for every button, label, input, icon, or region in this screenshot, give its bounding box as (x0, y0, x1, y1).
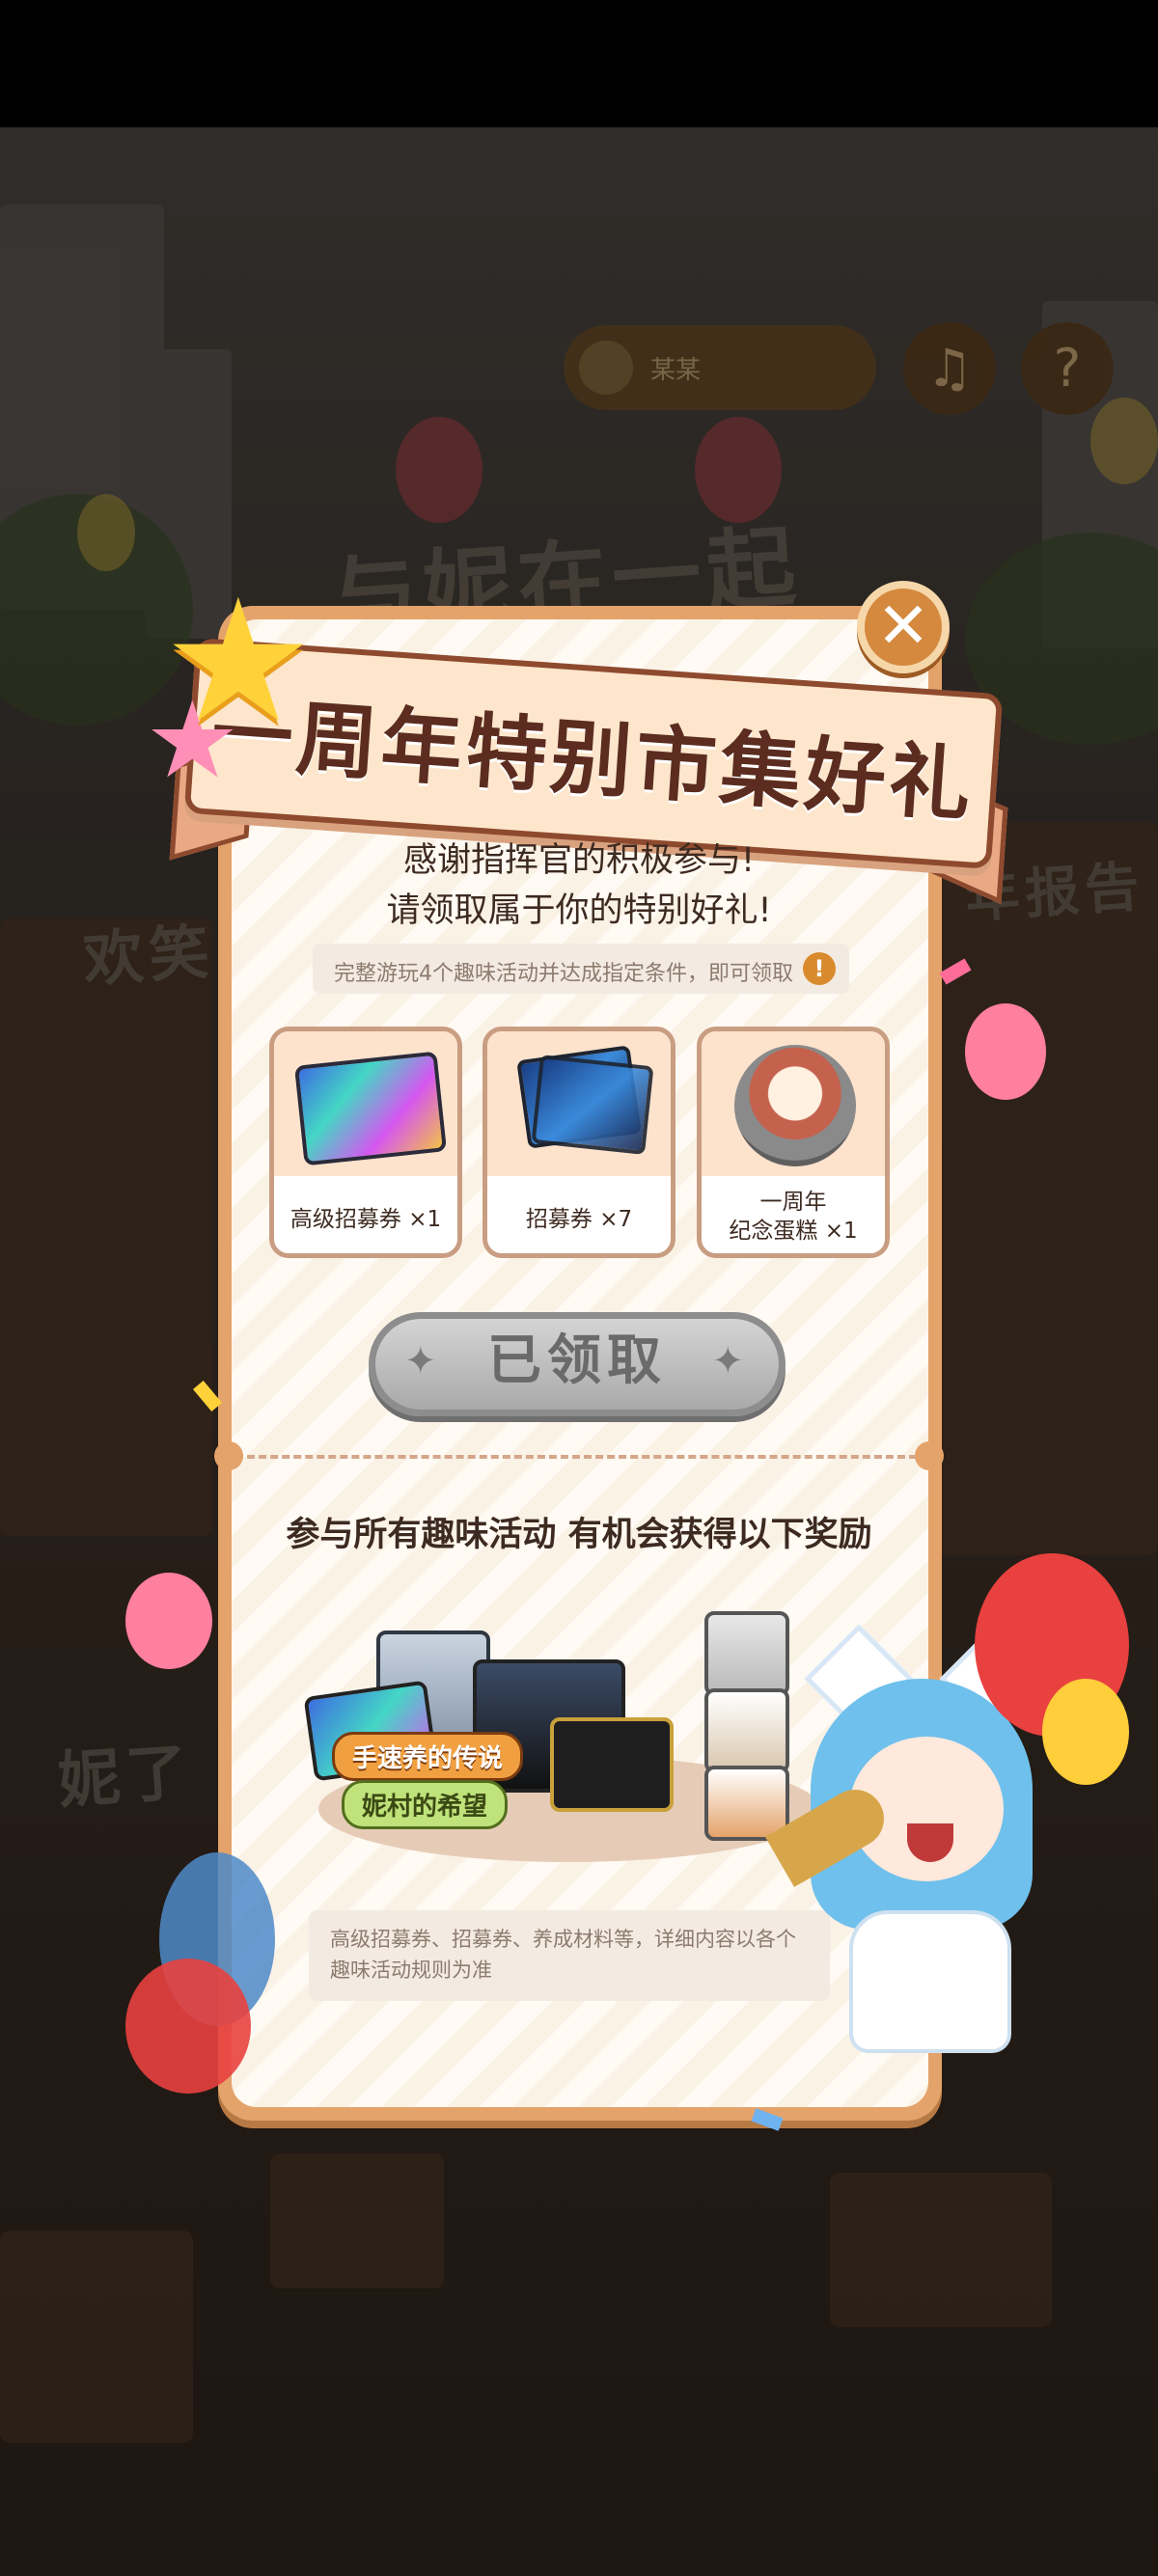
premium-recruit-ticket-icon (293, 1051, 448, 1166)
reward-label: 招募券 ×7 (525, 1207, 633, 1232)
exclamation-icon[interactable]: ! (803, 952, 836, 985)
claimed-button-label: 已领取 (487, 1329, 667, 1392)
reward-description-box: 高级招募券、招募券、养成材料等，详细内容以各个趣味活动规则为准 (309, 1910, 830, 2001)
sparkle-icon: ✦ (404, 1339, 443, 1384)
material-crate-icon (704, 1611, 789, 1696)
claim-condition-notice: 完整游玩4个趣味活动并达成指定条件，即可领取 ! (313, 944, 849, 994)
material-crate-icon (704, 1688, 789, 1773)
divider-notch (214, 1441, 243, 1470)
reward-label: 高级招募券 ×1 (290, 1207, 442, 1232)
status-bar (0, 0, 1158, 127)
thanks-line-1: 感谢指挥官的积极参与! (402, 841, 756, 880)
divider-notch (915, 1441, 944, 1470)
credit-card-icon (550, 1717, 674, 1812)
close-button[interactable]: ✕ (857, 581, 950, 673)
reward-card-recruit-ticket[interactable]: 招募券 ×7 (482, 1027, 676, 1258)
balloon-icon (1042, 1679, 1129, 1785)
reward-label-line2: 纪念蛋糕 ×1 (729, 1219, 858, 1244)
balloon-icon (125, 1573, 212, 1669)
reward-card-premium-ticket[interactable]: 高级招募券 ×1 (269, 1027, 462, 1258)
event-label-2: 妮村的希望 (342, 1780, 509, 1829)
reward-description: 高级招募券、招募券、养成材料等，详细内容以各个趣味活动规则为准 (330, 1928, 796, 1982)
event-label-1: 手速养的传说 (332, 1732, 524, 1781)
reward-card-anniversary-cake[interactable]: 一周年 纪念蛋糕 ×1 (697, 1027, 890, 1258)
close-icon: ✕ (876, 589, 930, 663)
reward-label-line1: 一周年 (759, 1190, 827, 1215)
section-title: 参与所有趣味活动 有机会获得以下奖励 (286, 1516, 872, 1554)
sparkle-icon: ✦ (711, 1339, 750, 1384)
balloon-icon (125, 1959, 251, 2094)
thanks-message: 感谢指挥官的积极参与! 请领取属于你的特别好礼! (232, 836, 926, 936)
section-divider (224, 1455, 928, 1459)
recruit-ticket-icon (531, 1055, 654, 1155)
anniversary-cake-icon (734, 1045, 856, 1166)
balloon-icon (965, 1003, 1046, 1100)
mascot-body (849, 1910, 1011, 2053)
claimed-button[interactable]: ✦ 已领取 ✦ (369, 1312, 786, 1416)
notice-text: 完整游玩4个趣味活动并达成指定条件，即可领取 (334, 962, 793, 986)
thanks-line-2: 请领取属于你的特别好礼! (386, 891, 772, 930)
yellow-star-decoration: ★ (162, 562, 315, 760)
